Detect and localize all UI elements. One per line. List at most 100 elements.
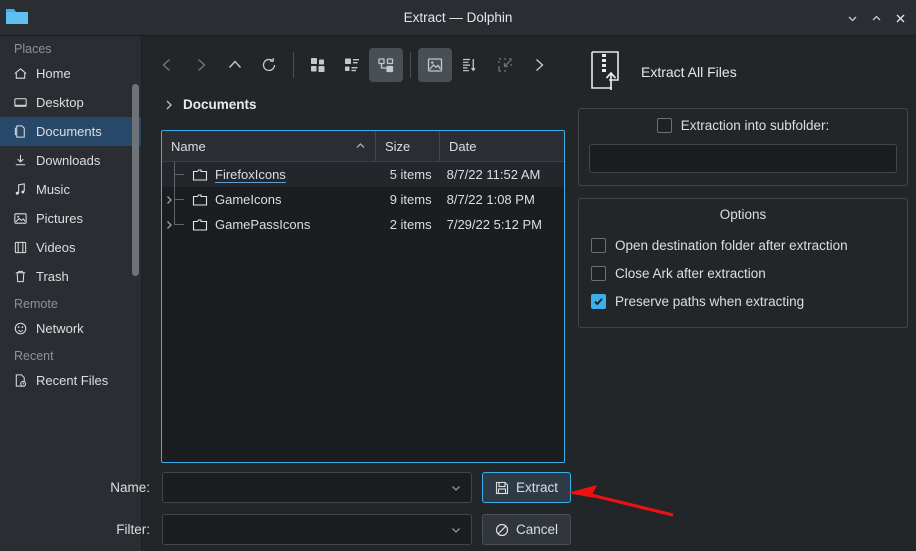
sidebar-item-recent-files[interactable]: Recent Files xyxy=(0,366,142,395)
toolbar-divider-2 xyxy=(410,52,411,78)
sidebar-scrollbar[interactable] xyxy=(132,84,139,276)
preview-button[interactable] xyxy=(418,48,452,82)
tree-gutter xyxy=(162,212,192,237)
reload-button[interactable] xyxy=(252,48,286,82)
subfolder-checkbox[interactable] xyxy=(656,118,672,133)
sidebar-group-places: Places xyxy=(14,42,52,56)
home-icon xyxy=(12,65,29,82)
downloads-icon xyxy=(12,152,29,169)
sidebar-item-downloads[interactable]: Downloads xyxy=(0,146,142,175)
option-close-ark[interactable]: Close Ark after extraction xyxy=(579,259,907,287)
sort-button[interactable] xyxy=(452,48,488,82)
table-row[interactable]: FirefoxIcons 5 items 8/7/22 11:52 AM xyxy=(162,162,564,187)
sidebar-item-pictures[interactable]: Pictures xyxy=(0,204,142,233)
preserve-paths-checkbox[interactable] xyxy=(591,293,606,309)
expand-arrow-icon[interactable] xyxy=(164,194,175,205)
option-open-destination-folder[interactable]: Open destination folder after extraction xyxy=(579,231,907,259)
subfolder-checkbox-label: Extraction into subfolder: xyxy=(680,118,830,133)
row-size-cell: 5 items xyxy=(389,167,432,182)
file-name[interactable]: FirefoxIcons xyxy=(215,167,286,183)
extract-button-label: Extract xyxy=(516,480,559,495)
network-icon xyxy=(12,320,29,337)
file-name[interactable]: GameIcons xyxy=(215,192,281,207)
maximize-icon[interactable] xyxy=(864,3,888,33)
row-size-cell: 2 items xyxy=(389,217,432,232)
expand-arrow-icon[interactable] xyxy=(164,219,175,230)
option-label: Close Ark after extraction xyxy=(615,265,766,281)
select-button[interactable] xyxy=(488,48,522,82)
sidebar-group-remote: Remote xyxy=(14,297,58,311)
sidebar-group-recent: Recent xyxy=(14,349,54,363)
sidebar-item-label: Downloads xyxy=(36,153,101,168)
sidebar-item-desktop[interactable]: Desktop xyxy=(0,88,142,117)
filter-row: Filter: Cancel xyxy=(0,514,572,545)
up-button[interactable] xyxy=(218,48,252,82)
file-list-header: Name Size Date xyxy=(162,131,564,162)
column-header-date[interactable]: Date xyxy=(440,131,564,161)
row-date-cell: 8/7/22 1:08 PM xyxy=(446,192,535,207)
folder-icon xyxy=(192,167,208,183)
sidebar-item-label: Recent Files xyxy=(36,373,109,388)
icons-view-button[interactable] xyxy=(301,48,335,82)
close-ark-checkbox[interactable] xyxy=(591,265,606,281)
videos-icon xyxy=(12,239,29,256)
file-list-view[interactable]: Name Size Date FirefoxIcons 5 items 8/7/… xyxy=(161,130,565,463)
options-group-title: Options xyxy=(719,207,767,222)
row-date-cell: 8/7/22 11:52 AM xyxy=(446,167,541,182)
subfolder-group: Extraction into subfolder: xyxy=(578,108,908,186)
extract-archive-icon xyxy=(587,50,627,95)
sidebar-item-label: Home xyxy=(36,66,71,81)
chevron-down-icon[interactable] xyxy=(450,524,462,536)
sidebar-item-label: Music xyxy=(36,182,70,197)
name-input[interactable] xyxy=(162,472,472,503)
close-icon[interactable] xyxy=(888,3,912,33)
minimize-icon[interactable] xyxy=(840,3,864,33)
name-row: Name: Extract xyxy=(0,472,572,503)
sidebar-item-videos[interactable]: Videos xyxy=(0,233,142,262)
chevron-down-icon[interactable] xyxy=(450,482,462,494)
tree-line xyxy=(174,224,184,225)
filter-input[interactable] xyxy=(162,514,472,545)
breadcrumb[interactable]: Documents xyxy=(163,97,257,112)
table-row[interactable]: GamePassIcons 2 items 7/29/22 5:12 PM xyxy=(162,212,564,237)
toolbar-divider xyxy=(293,52,294,78)
column-header-size[interactable]: Size xyxy=(376,131,440,161)
documents-icon xyxy=(12,123,29,140)
column-label: Size xyxy=(385,138,411,154)
sidebar-item-home[interactable]: Home xyxy=(0,59,142,88)
more-button[interactable] xyxy=(522,48,556,82)
column-header-name[interactable]: Name xyxy=(162,131,376,161)
compact-view-button[interactable] xyxy=(335,48,369,82)
tree-line xyxy=(174,174,184,175)
sidebar-item-documents[interactable]: Documents xyxy=(0,117,142,146)
row-name-cell: FirefoxIcons xyxy=(162,162,375,187)
sidebar-item-label: Trash xyxy=(36,269,69,284)
column-label: Name xyxy=(171,138,206,154)
sidebar-item-label: Videos xyxy=(36,240,76,255)
forward-button[interactable] xyxy=(184,48,218,82)
cancel-button[interactable]: Cancel xyxy=(482,514,572,545)
open-destination-checkbox[interactable] xyxy=(591,237,606,253)
desktop-icon xyxy=(12,94,29,111)
sidebar-item-label: Pictures xyxy=(36,211,83,226)
subfolder-checkbox-row[interactable]: Extraction into subfolder: xyxy=(589,118,897,133)
window-title: Extract — Dolphin xyxy=(403,10,513,25)
option-preserve-paths[interactable]: Preserve paths when extracting xyxy=(579,287,907,315)
music-icon xyxy=(12,181,29,198)
row-date-cell: 7/29/22 5:12 PM xyxy=(446,217,543,232)
back-button[interactable] xyxy=(150,48,184,82)
file-name[interactable]: GamePassIcons xyxy=(215,217,310,232)
option-label: Preserve paths when extracting xyxy=(615,293,805,309)
row-name-cell: GamePassIcons xyxy=(162,212,375,237)
sidebar-item-trash[interactable]: Trash xyxy=(0,262,142,291)
extract-panel-header: Extract All Files xyxy=(578,44,908,100)
extract-button[interactable]: Extract xyxy=(482,472,572,503)
table-row[interactable]: GameIcons 9 items 8/7/22 1:08 PM xyxy=(162,187,564,212)
sidebar-item-music[interactable]: Music xyxy=(0,175,142,204)
breadcrumb-path[interactable]: Documents xyxy=(183,97,257,112)
sidebar-item-network[interactable]: Network xyxy=(0,314,142,343)
folder-icon xyxy=(192,217,208,233)
subfolder-name-input[interactable] xyxy=(589,144,897,173)
details-view-button[interactable] xyxy=(369,48,403,82)
extract-dialog-window: Extract — Dolphin Places Home Desktop Do… xyxy=(0,0,916,551)
